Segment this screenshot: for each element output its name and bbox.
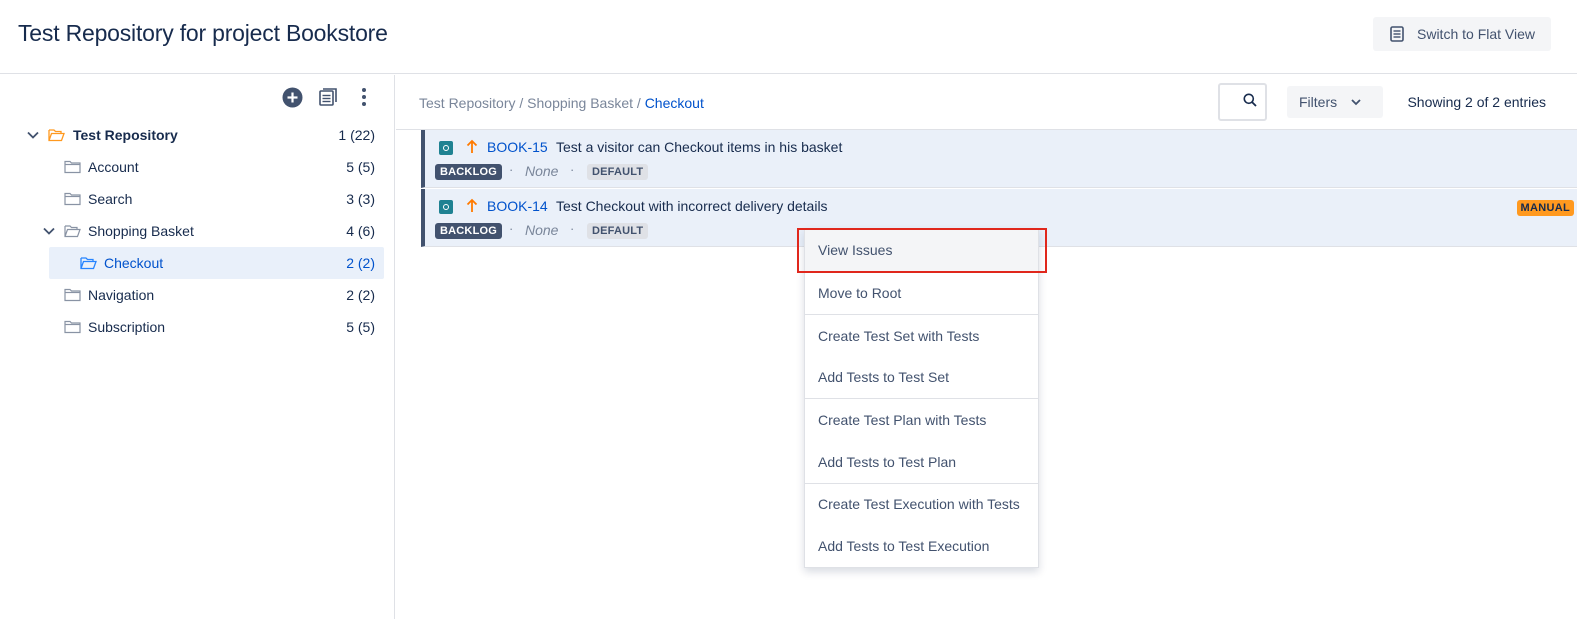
tree-toolbar [280,85,376,109]
priority-high-icon [466,139,480,155]
tree-item-count: 2 (2) [346,287,375,303]
issue-none-value: None [525,163,559,179]
page-header: Test Repository for project Bookstore Sw… [0,0,1577,74]
entries-count: Showing 2 of 2 entries [1407,94,1546,110]
chevron-down-icon [1351,98,1361,106]
tree-item-label: Shopping Basket [88,223,194,239]
tree-item-count: 1 (22) [338,127,375,143]
chevron-down-icon[interactable] [42,224,56,238]
tree-item-label: Checkout [104,255,164,271]
tree-item-label: Test Repository [73,127,178,143]
priority-high-icon [466,198,480,214]
test-type-badge: MANUAL [1516,200,1574,216]
menu-item-add-to-test-execution[interactable]: Add Tests to Test Execution [805,525,1038,567]
label-badge: DEFAULT [587,223,649,239]
status-badge: BACKLOG [435,164,503,180]
folder-icon [64,288,81,302]
test-type-icon [439,200,453,214]
separator-dot: · [570,221,575,236]
chevron-down-icon[interactable] [26,128,40,142]
breadcrumb-item-shopping-basket[interactable]: Shopping Basket [527,95,633,111]
menu-item-move-to-root[interactable]: Move to Root [805,272,1038,314]
tree-item-search[interactable]: Search 3 (3) [0,183,395,215]
menu-item-create-test-plan[interactable]: Create Test Plan with Tests [805,399,1038,441]
issue-none-value: None [525,222,559,238]
tree-item-navigation[interactable]: Navigation 2 (2) [0,279,395,311]
menu-item-create-test-set[interactable]: Create Test Set with Tests [805,315,1038,357]
tree-item-label: Search [88,191,133,207]
search-icon [1243,93,1257,112]
document-icon[interactable] [316,85,340,109]
folder-icon [64,320,81,334]
folder-icon [64,192,81,206]
issue-key-link[interactable]: BOOK-15 [487,139,548,155]
issue-summary: Test Checkout with incorrect delivery de… [556,198,828,214]
filters-button[interactable]: Filters [1287,86,1383,118]
switch-to-flat-view-button[interactable]: Switch to Flat View [1373,17,1551,51]
folder-tree: Test Repository 1 (22) Account 5 (5) Sea… [0,119,395,343]
tree-item-subscription[interactable]: Subscription 5 (5) [0,311,395,343]
menu-item-add-to-test-plan[interactable]: Add Tests to Test Plan [805,441,1038,483]
switch-to-flat-view-label: Switch to Flat View [1417,26,1536,42]
breadcrumb-separator: / [633,95,645,111]
more-options-icon[interactable] [352,85,376,109]
menu-item-add-to-test-set[interactable]: Add Tests to Test Set [805,356,1038,398]
issue-key-link[interactable]: BOOK-14 [487,198,548,214]
separator-dot: · [509,162,514,177]
search-input[interactable] [1218,83,1267,121]
tree-item-account[interactable]: Account 5 (5) [0,151,395,183]
tree-item-count: 4 (6) [346,223,375,239]
tree-item-label: Subscription [88,319,166,335]
folder-tree-panel: Test Repository 1 (22) Account 5 (5) Sea… [0,75,395,619]
tree-item-label: Navigation [88,287,155,303]
breadcrumb-item-test-repository[interactable]: Test Repository [419,95,515,111]
tree-item-shopping-basket[interactable]: Shopping Basket 4 (6) [0,215,395,247]
add-folder-icon[interactable] [280,85,304,109]
selected-background [49,247,384,279]
tree-item-test-repository[interactable]: Test Repository 1 (22) [0,119,395,151]
filters-label: Filters [1299,94,1338,110]
issue-summary: Test a visitor can Checkout items in his… [556,139,843,155]
tree-item-checkout[interactable]: Checkout 2 (2) [0,247,395,279]
folder-icon [64,160,81,174]
label-badge: DEFAULT [587,164,649,180]
open-folder-icon [48,128,65,142]
menu-item-create-test-execution[interactable]: Create Test Execution with Tests [805,483,1038,525]
open-folder-icon [64,224,81,238]
tree-item-count: 5 (5) [346,319,375,335]
separator-dot: · [570,162,575,177]
breadcrumb: Test Repository / Shopping Basket / Chec… [419,95,704,111]
context-menu: View Issues Move to Root Create Test Set… [804,228,1039,568]
page-title: Test Repository for project Bookstore [18,20,388,46]
status-badge: BACKLOG [435,223,503,239]
list-icon [1389,26,1405,42]
issue-row-book-15[interactable]: BOOK-15 Test a visitor can Checkout item… [421,130,1577,188]
separator-dot: · [509,221,514,236]
breadcrumb-item-checkout[interactable]: Checkout [645,95,704,111]
menu-item-view-issues[interactable]: View Issues [805,229,1038,271]
breadcrumb-separator: / [515,95,528,111]
issues-toolbar: Test Repository / Shopping Basket / Chec… [396,75,1577,130]
tree-item-count: 3 (3) [346,191,375,207]
test-type-icon [439,141,453,155]
tree-item-count: 2 (2) [346,255,375,271]
tree-item-label: Account [88,159,139,175]
tree-item-count: 5 (5) [346,159,375,175]
open-folder-icon [80,256,97,270]
